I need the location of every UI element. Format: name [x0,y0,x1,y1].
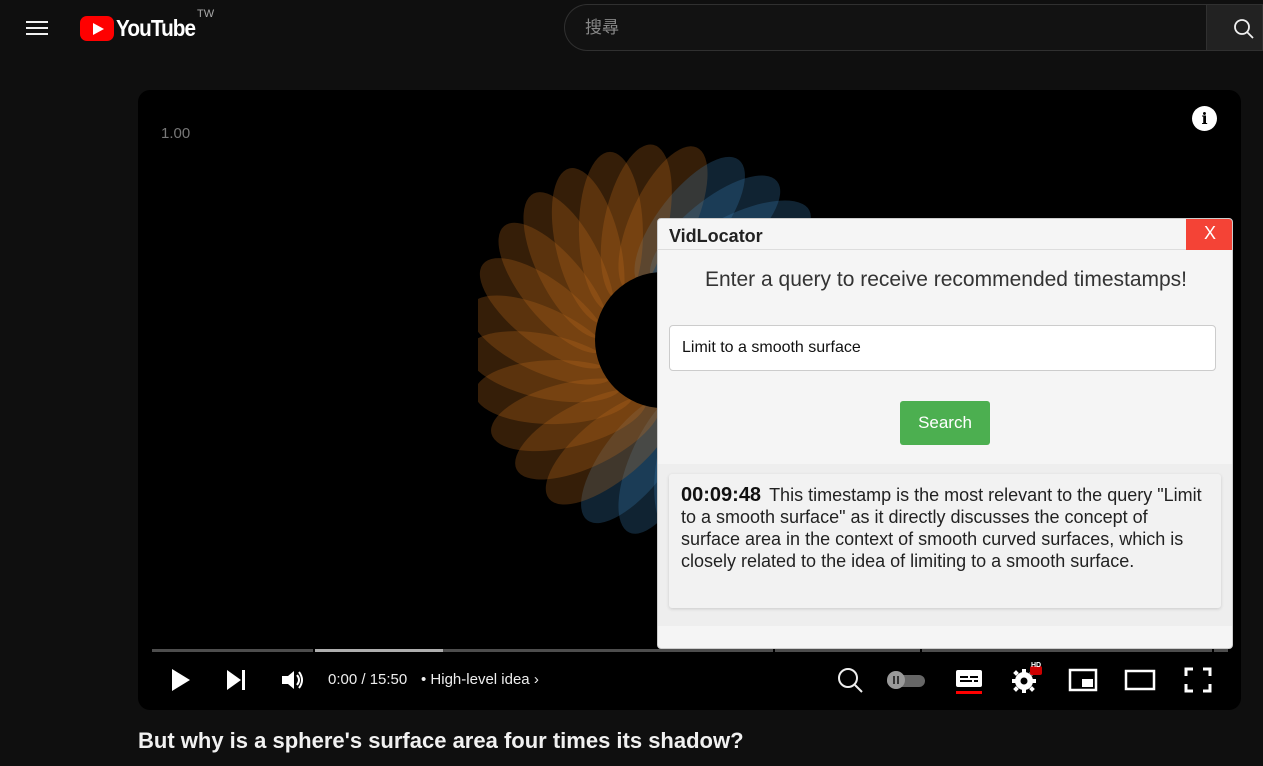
chapter-title: High-level idea [430,671,530,688]
theater-mode-icon [1124,669,1156,691]
top-bar: YouTube TW [0,0,1263,56]
autoplay-toggle[interactable] [884,660,928,700]
skip-next-icon [227,670,245,690]
close-button[interactable]: X [1186,219,1232,250]
hd-badge: HD [1031,662,1042,669]
autoplay-toggle-icon [887,671,925,689]
subtitles-button[interactable] [953,660,985,700]
next-button[interactable] [222,660,250,700]
region-label: TW [197,8,215,20]
mute-button[interactable] [278,660,308,700]
info-icon[interactable]: i [1192,106,1217,131]
search-button[interactable]: Search [900,401,990,445]
fullscreen-icon [1184,667,1212,693]
search-in-video-button[interactable] [835,660,865,700]
query-input[interactable] [669,325,1216,371]
youtube-play-logo-icon [80,15,114,41]
youtube-logo[interactable]: YouTube [80,13,204,43]
miniplayer-button[interactable] [1068,660,1098,700]
volume-icon [282,671,303,689]
time-display: 0:00 / 15:50 [328,671,408,688]
chapter-button[interactable]: • High-level idea › [421,671,539,688]
gear-icon [1012,666,1042,693]
theater-mode-button[interactable] [1124,660,1156,700]
vidlocator-title: VidLocator [669,226,763,246]
miniplayer-icon [1068,668,1098,692]
search-button[interactable] [1206,4,1263,51]
buffered-progress [315,649,443,652]
play-icon [172,669,190,691]
menu-icon[interactable] [22,14,52,42]
logo-text: YouTube [116,14,196,41]
result-timestamp[interactable]: 00:09:48 [681,484,761,506]
vidlocator-prompt: Enter a query to receive recommended tim… [704,268,1188,291]
speed-label: 1.00 [161,125,191,142]
vidlocator-header: VidLocator X [658,219,1232,250]
player-controls: 0:00 / 15:50 • High-level idea › HD [138,660,1241,700]
magnifier-icon [838,668,863,693]
chevron-right-icon: › [533,671,539,688]
result-item: 00:09:48 This timestamp is the most relev… [669,474,1221,608]
vidlocator-panel: VidLocator X Enter a query to receive re… [657,218,1233,649]
play-button[interactable] [166,660,194,700]
results-panel: 00:09:48 This timestamp is the most relev… [658,464,1232,626]
fullscreen-button[interactable] [1183,660,1213,700]
search-icon [1234,19,1254,39]
subtitles-icon [956,670,982,694]
search-box [564,4,1207,51]
progress-bar[interactable] [152,649,1228,652]
video-title: But why is a sphere's surface area four … [138,728,744,753]
search-input[interactable] [585,17,1185,39]
settings-button[interactable]: HD [1010,660,1042,700]
